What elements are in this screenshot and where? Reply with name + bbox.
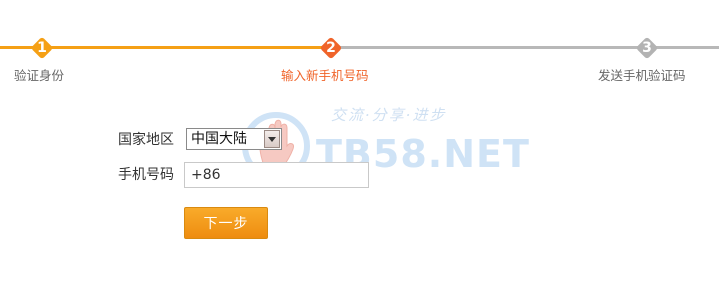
step-2-marker: 2 bbox=[319, 36, 343, 60]
step-3-label: 发送手机验证码 bbox=[598, 68, 686, 83]
step-2-number: 2 bbox=[326, 40, 336, 56]
change-phone-page: 1 2 3 验证身份 输入新手机号码 发送手机验证码 交流·分享·进步 TB58… bbox=[0, 0, 719, 286]
step-3-number: 3 bbox=[642, 40, 652, 56]
step-1-marker: 1 bbox=[30, 36, 54, 60]
country-label: 国家地区 bbox=[118, 132, 174, 148]
next-step-button[interactable]: 下一步 bbox=[184, 207, 268, 239]
country-select[interactable]: 中国大陆 bbox=[186, 128, 282, 150]
step-1-number: 1 bbox=[37, 40, 47, 56]
step-3-marker: 3 bbox=[635, 36, 659, 60]
phone-label: 手机号码 bbox=[118, 167, 174, 183]
chevron-down-icon[interactable] bbox=[264, 130, 280, 148]
country-select-value: 中国大陆 bbox=[191, 131, 247, 147]
watermark-tagline: 交流·分享·进步 bbox=[331, 106, 447, 124]
step-2-label: 输入新手机号码 bbox=[281, 68, 369, 83]
phone-number-input[interactable] bbox=[184, 162, 369, 188]
progress-track-remaining bbox=[340, 46, 719, 49]
step-1-label: 验证身份 bbox=[14, 68, 65, 83]
